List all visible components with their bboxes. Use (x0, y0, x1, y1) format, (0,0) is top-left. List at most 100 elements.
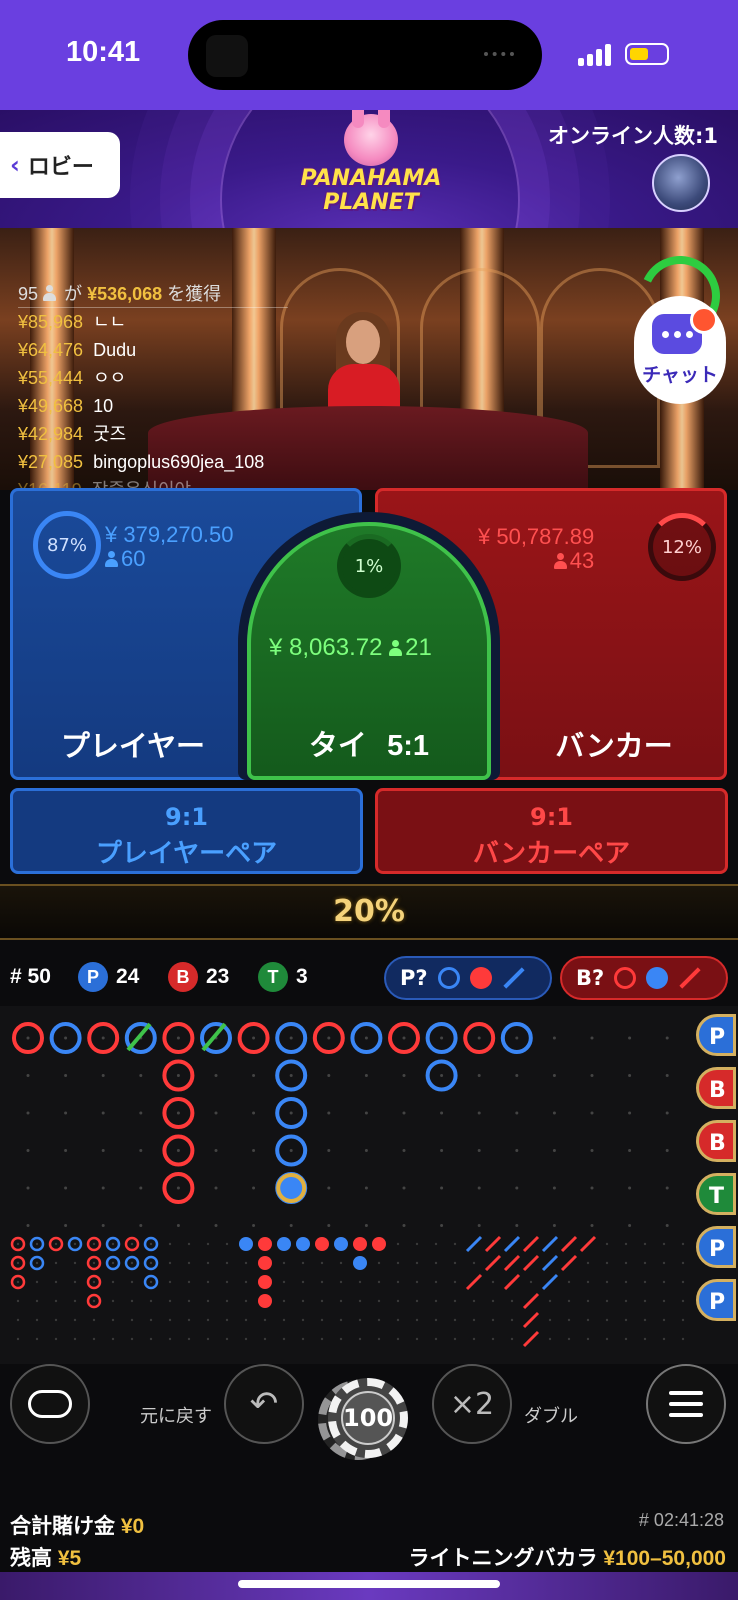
grid-dot (552, 1111, 556, 1115)
grid-dot (643, 1337, 647, 1341)
grid-dot (396, 1242, 400, 1246)
grid-dot (605, 1280, 609, 1284)
cockroach-mark (522, 1254, 540, 1272)
road-tab[interactable]: T (696, 1173, 736, 1215)
grid-dot (92, 1280, 96, 1284)
grid-dot (139, 1149, 143, 1152)
pair-bets: 9:1 プレイヤーペア 9:1 バンカーペア (0, 788, 738, 874)
grid-dot (477, 1036, 481, 1040)
grid-dot (176, 1224, 180, 1227)
grid-dot (662, 1318, 666, 1322)
battery-icon (625, 43, 669, 65)
tie-label-wrap: タイ 5:1 (251, 722, 487, 764)
player-pair-bet[interactable]: 9:1 プレイヤーペア (10, 788, 363, 874)
grid-dot (111, 1299, 115, 1303)
grid-dot (26, 1224, 30, 1227)
grid-dot (477, 1186, 481, 1190)
grid-dot (301, 1337, 305, 1341)
grid-dot (252, 1074, 256, 1077)
player-predict-button[interactable]: P? (384, 956, 552, 1000)
undo-button[interactable]: ↶ (224, 1364, 304, 1444)
small-road-dot (258, 1275, 272, 1289)
road-tab[interactable]: B (696, 1067, 736, 1109)
grid-dot (16, 1337, 20, 1341)
double-label: ダブル (524, 1406, 578, 1426)
grid-dot (289, 1074, 293, 1077)
grid-dot (605, 1242, 609, 1246)
grid-dot (252, 1224, 256, 1227)
chip-100[interactable]: 100 (328, 1378, 408, 1458)
grid-dot (301, 1299, 305, 1303)
road-tab[interactable]: P (696, 1226, 736, 1268)
menu-button[interactable] (646, 1364, 726, 1444)
grid-dot (402, 1074, 406, 1077)
grid-dot (301, 1280, 305, 1284)
chat-button[interactable]: チャット (634, 296, 726, 404)
grid-dot (64, 1224, 68, 1227)
road-stats: # 50 P 24 B 23 T3 P? B? (0, 950, 738, 1006)
undo-icon: ↶ (249, 1384, 279, 1424)
bet-area: 87% ¥ 379,270.50 60 プレイヤー ¥ 50,787.89 43… (0, 488, 738, 780)
grid-dot (628, 1149, 632, 1152)
grid-dot (139, 1111, 143, 1115)
grid-dot (327, 1111, 331, 1115)
grid-dot (54, 1261, 58, 1265)
cockroach-mark (522, 1292, 540, 1310)
road-tab[interactable]: P (696, 1279, 736, 1321)
grid-dot (244, 1261, 248, 1265)
grid-dot (628, 1186, 632, 1190)
grid-dot (586, 1280, 590, 1284)
grid-dot (396, 1318, 400, 1322)
grid-dot (225, 1280, 229, 1284)
player-pair-odds: 9:1 (165, 803, 208, 831)
grid-dot (327, 1036, 331, 1040)
grid-dot (168, 1337, 172, 1341)
grid-dot (139, 1224, 143, 1227)
road-tab[interactable]: P (696, 1014, 736, 1056)
grid-dot (681, 1261, 685, 1265)
online-count: オンライン人数:1 (547, 124, 718, 148)
home-indicator (238, 1580, 500, 1588)
dot-icon (646, 967, 669, 989)
dot-icon (469, 967, 492, 989)
grid-dot (214, 1224, 218, 1227)
grid-dot (665, 1224, 669, 1227)
tie-bet-spot[interactable]: 1% ¥ 8,063.72 21 タイ 5:1 (247, 522, 491, 780)
chip-selector[interactable]: 100 (318, 1378, 418, 1462)
grid-dot (415, 1299, 419, 1303)
lobby-button[interactable]: ‹ ロビー (0, 132, 120, 198)
grid-dot (586, 1318, 590, 1322)
grid-dot (92, 1318, 96, 1322)
status-time: 10:41 (66, 36, 141, 68)
grid-dot (130, 1299, 134, 1303)
grid-dot (415, 1337, 419, 1341)
winner-row: ¥27,085 bingoplus690jea_108 (18, 452, 265, 472)
game-id: # 02:41:28 (638, 1510, 724, 1530)
grid-dot (624, 1280, 628, 1284)
player-badge: P (78, 962, 108, 993)
grid-dot (92, 1261, 96, 1265)
grid-dot (130, 1337, 134, 1341)
player-stats: ¥ 379,270.50 60 (105, 523, 233, 571)
road-tab[interactable]: B (696, 1120, 736, 1162)
small-road-dot (315, 1237, 329, 1251)
tie-count: 21 (405, 634, 432, 661)
grid-dot (101, 1074, 105, 1077)
cockroach-mark (522, 1235, 540, 1253)
banker-pair-bet[interactable]: 9:1 バンカーペア (375, 788, 728, 874)
banker-predict-button[interactable]: B? (560, 956, 728, 1000)
grid-dot (358, 1337, 362, 1341)
grid-dot (624, 1337, 628, 1341)
road-grid (10, 1022, 685, 1348)
grid-dot (252, 1036, 256, 1040)
grid-dot (327, 1186, 331, 1190)
double-button[interactable]: ×2 (432, 1364, 512, 1444)
scoreboard-roads[interactable]: PBBTPP (0, 1006, 738, 1364)
grid-dot (225, 1337, 229, 1341)
grid-dot (327, 1074, 331, 1077)
avatar[interactable] (652, 154, 710, 212)
grid-dot (168, 1261, 172, 1265)
banker-stats: ¥ 50,787.89 43 (478, 525, 594, 573)
grid-dot (628, 1111, 632, 1115)
table-view-button[interactable] (10, 1364, 90, 1444)
